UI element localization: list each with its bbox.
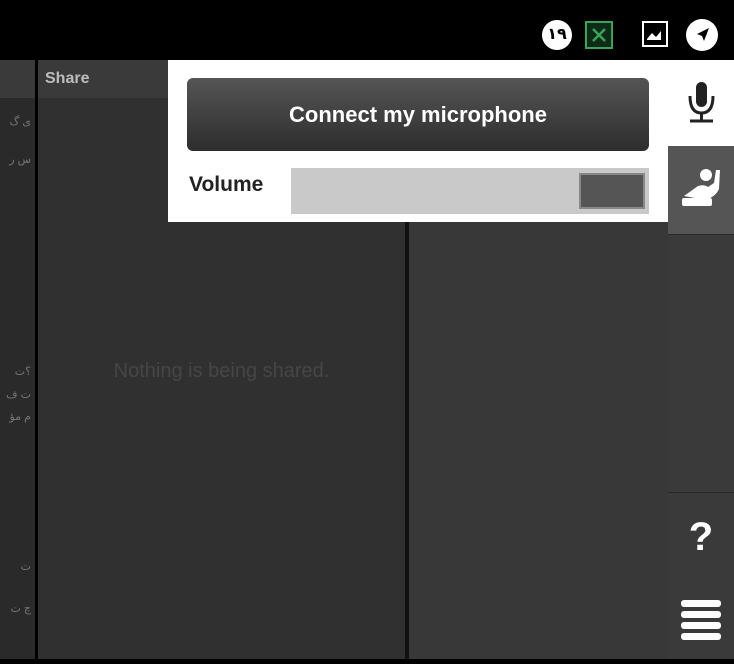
connect-microphone-button[interactable]: Connect my microphone — [187, 78, 649, 151]
notification-badge: ۱۹ — [542, 20, 572, 50]
microphone-icon — [688, 82, 715, 123]
help-button[interactable]: ? — [668, 492, 734, 582]
menu-icon — [681, 600, 721, 640]
navigation-icon — [686, 19, 718, 51]
left-text-panel: ی گ س ر ؟ت ت ف م مؤ ت چ ت — [0, 60, 38, 659]
text-fragment: ؟ت — [14, 366, 31, 378]
text-fragment: چ ت — [10, 603, 31, 615]
microphone-button[interactable] — [668, 60, 734, 146]
help-icon: ? — [688, 515, 714, 559]
text-fragment: س ر — [9, 154, 31, 166]
status-bar: ۱۹ — [0, 0, 734, 60]
audio-popup: Connect my microphone Volume — [168, 60, 668, 222]
text-fragment: م مؤ — [9, 411, 31, 423]
left-panel-header — [0, 60, 35, 98]
text-fragment: ت ف — [6, 389, 31, 401]
right-sidebar: ? — [668, 60, 734, 659]
share-empty-message: Nothing is being shared. — [113, 360, 330, 382]
raise-hand-icon — [682, 169, 720, 206]
vpn-icon — [585, 21, 613, 49]
volume-slider-thumb[interactable] — [579, 173, 645, 209]
volume-label: Volume — [189, 173, 264, 196]
raise-hand-button[interactable] — [668, 146, 734, 235]
text-fragment: ت — [20, 561, 31, 573]
image-icon — [642, 21, 668, 47]
text-fragment: ی گ — [9, 116, 31, 128]
menu-button[interactable] — [668, 581, 734, 659]
